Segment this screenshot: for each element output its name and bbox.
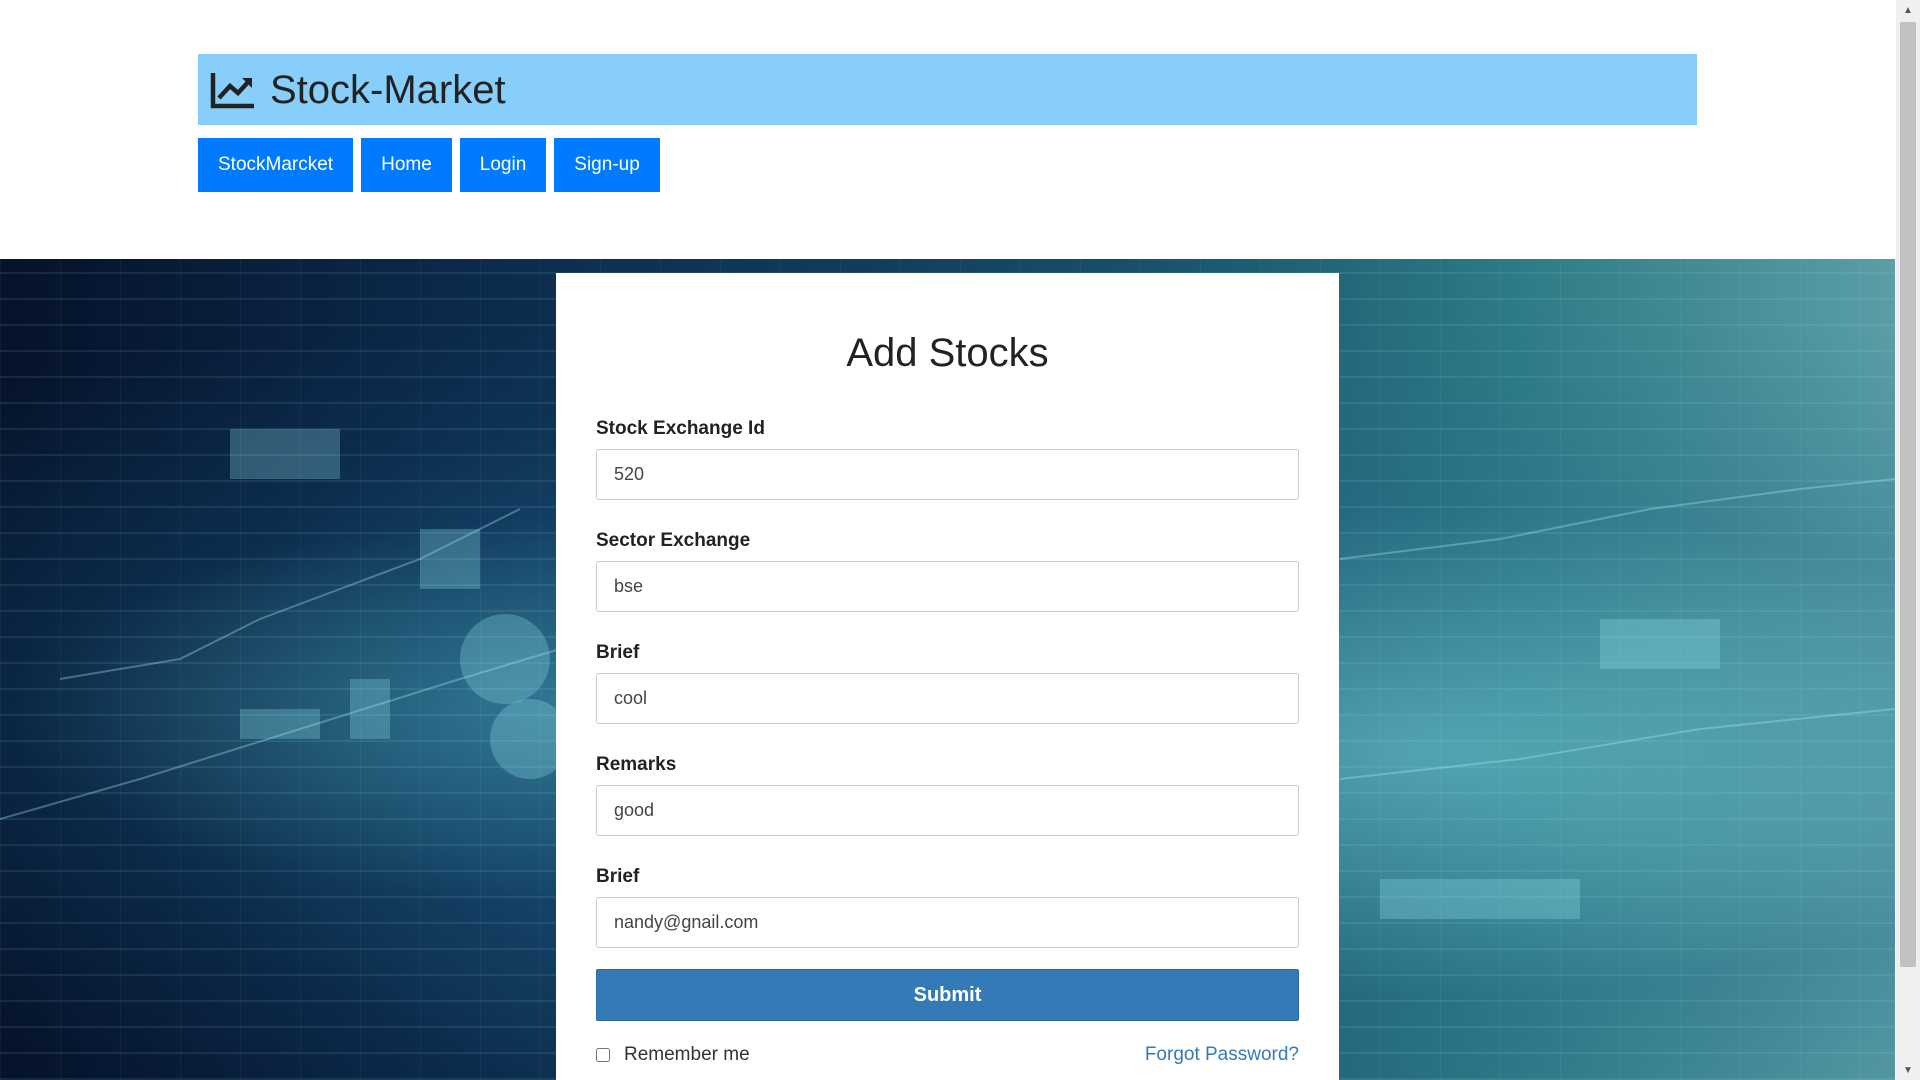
brand-title: Stock-Market — [270, 67, 506, 112]
stock-exchange-id-label: Stock Exchange Id — [596, 418, 765, 439]
brief-email-label: Brief — [596, 866, 640, 887]
brief-input[interactable] — [596, 673, 1299, 724]
brand-bar: Stock-Market — [198, 54, 1697, 125]
remember-me-label: Remember me — [624, 1044, 750, 1065]
nav-stockmarcket-button[interactable]: StockMarcket — [198, 138, 354, 192]
add-stocks-form-card: Add Stocks Stock Exchange Id Sector Exch… — [556, 273, 1339, 1080]
remember-me[interactable]: Remember me — [596, 1044, 750, 1066]
brief-email-input[interactable] — [596, 897, 1299, 948]
brief-email-field: Brief — [596, 866, 1299, 948]
scroll-up-arrow-icon[interactable]: ▲ — [1896, 0, 1920, 20]
forgot-password-link[interactable]: Forgot Password? — [1145, 1044, 1299, 1066]
stock-exchange-id-field: Stock Exchange Id — [596, 418, 1299, 500]
nav-signup-button[interactable]: Sign-up — [554, 138, 660, 192]
sector-exchange-input[interactable] — [596, 561, 1299, 612]
sector-exchange-label: Sector Exchange — [596, 530, 751, 551]
nav-login-button[interactable]: Login — [459, 138, 547, 192]
form-title: Add Stocks — [846, 331, 1049, 375]
vertical-scrollbar[interactable]: ▲ ▼ — [1896, 0, 1920, 1080]
scroll-down-arrow-icon[interactable]: ▼ — [1896, 1060, 1920, 1080]
remember-me-checkbox[interactable] — [596, 1048, 610, 1062]
stock-exchange-id-input[interactable] — [596, 449, 1299, 500]
form-footer: Remember me Forgot Password? — [596, 1044, 1299, 1066]
chart-line-icon — [210, 72, 254, 108]
sector-exchange-field: Sector Exchange — [596, 530, 1299, 612]
nav-home-button[interactable]: Home — [361, 138, 452, 192]
brief-label: Brief — [596, 642, 640, 663]
brief-field: Brief — [596, 642, 1299, 724]
remarks-label: Remarks — [596, 754, 677, 775]
main-nav: StockMarcket Home Login Sign-up — [198, 138, 660, 192]
remarks-field: Remarks — [596, 754, 1299, 836]
submit-button[interactable]: Submit — [596, 969, 1299, 1021]
remarks-input[interactable] — [596, 785, 1299, 836]
scrollbar-thumb[interactable] — [1900, 22, 1916, 967]
page: Stock-Market StockMarcket Home Login Sig… — [0, 0, 1920, 1080]
